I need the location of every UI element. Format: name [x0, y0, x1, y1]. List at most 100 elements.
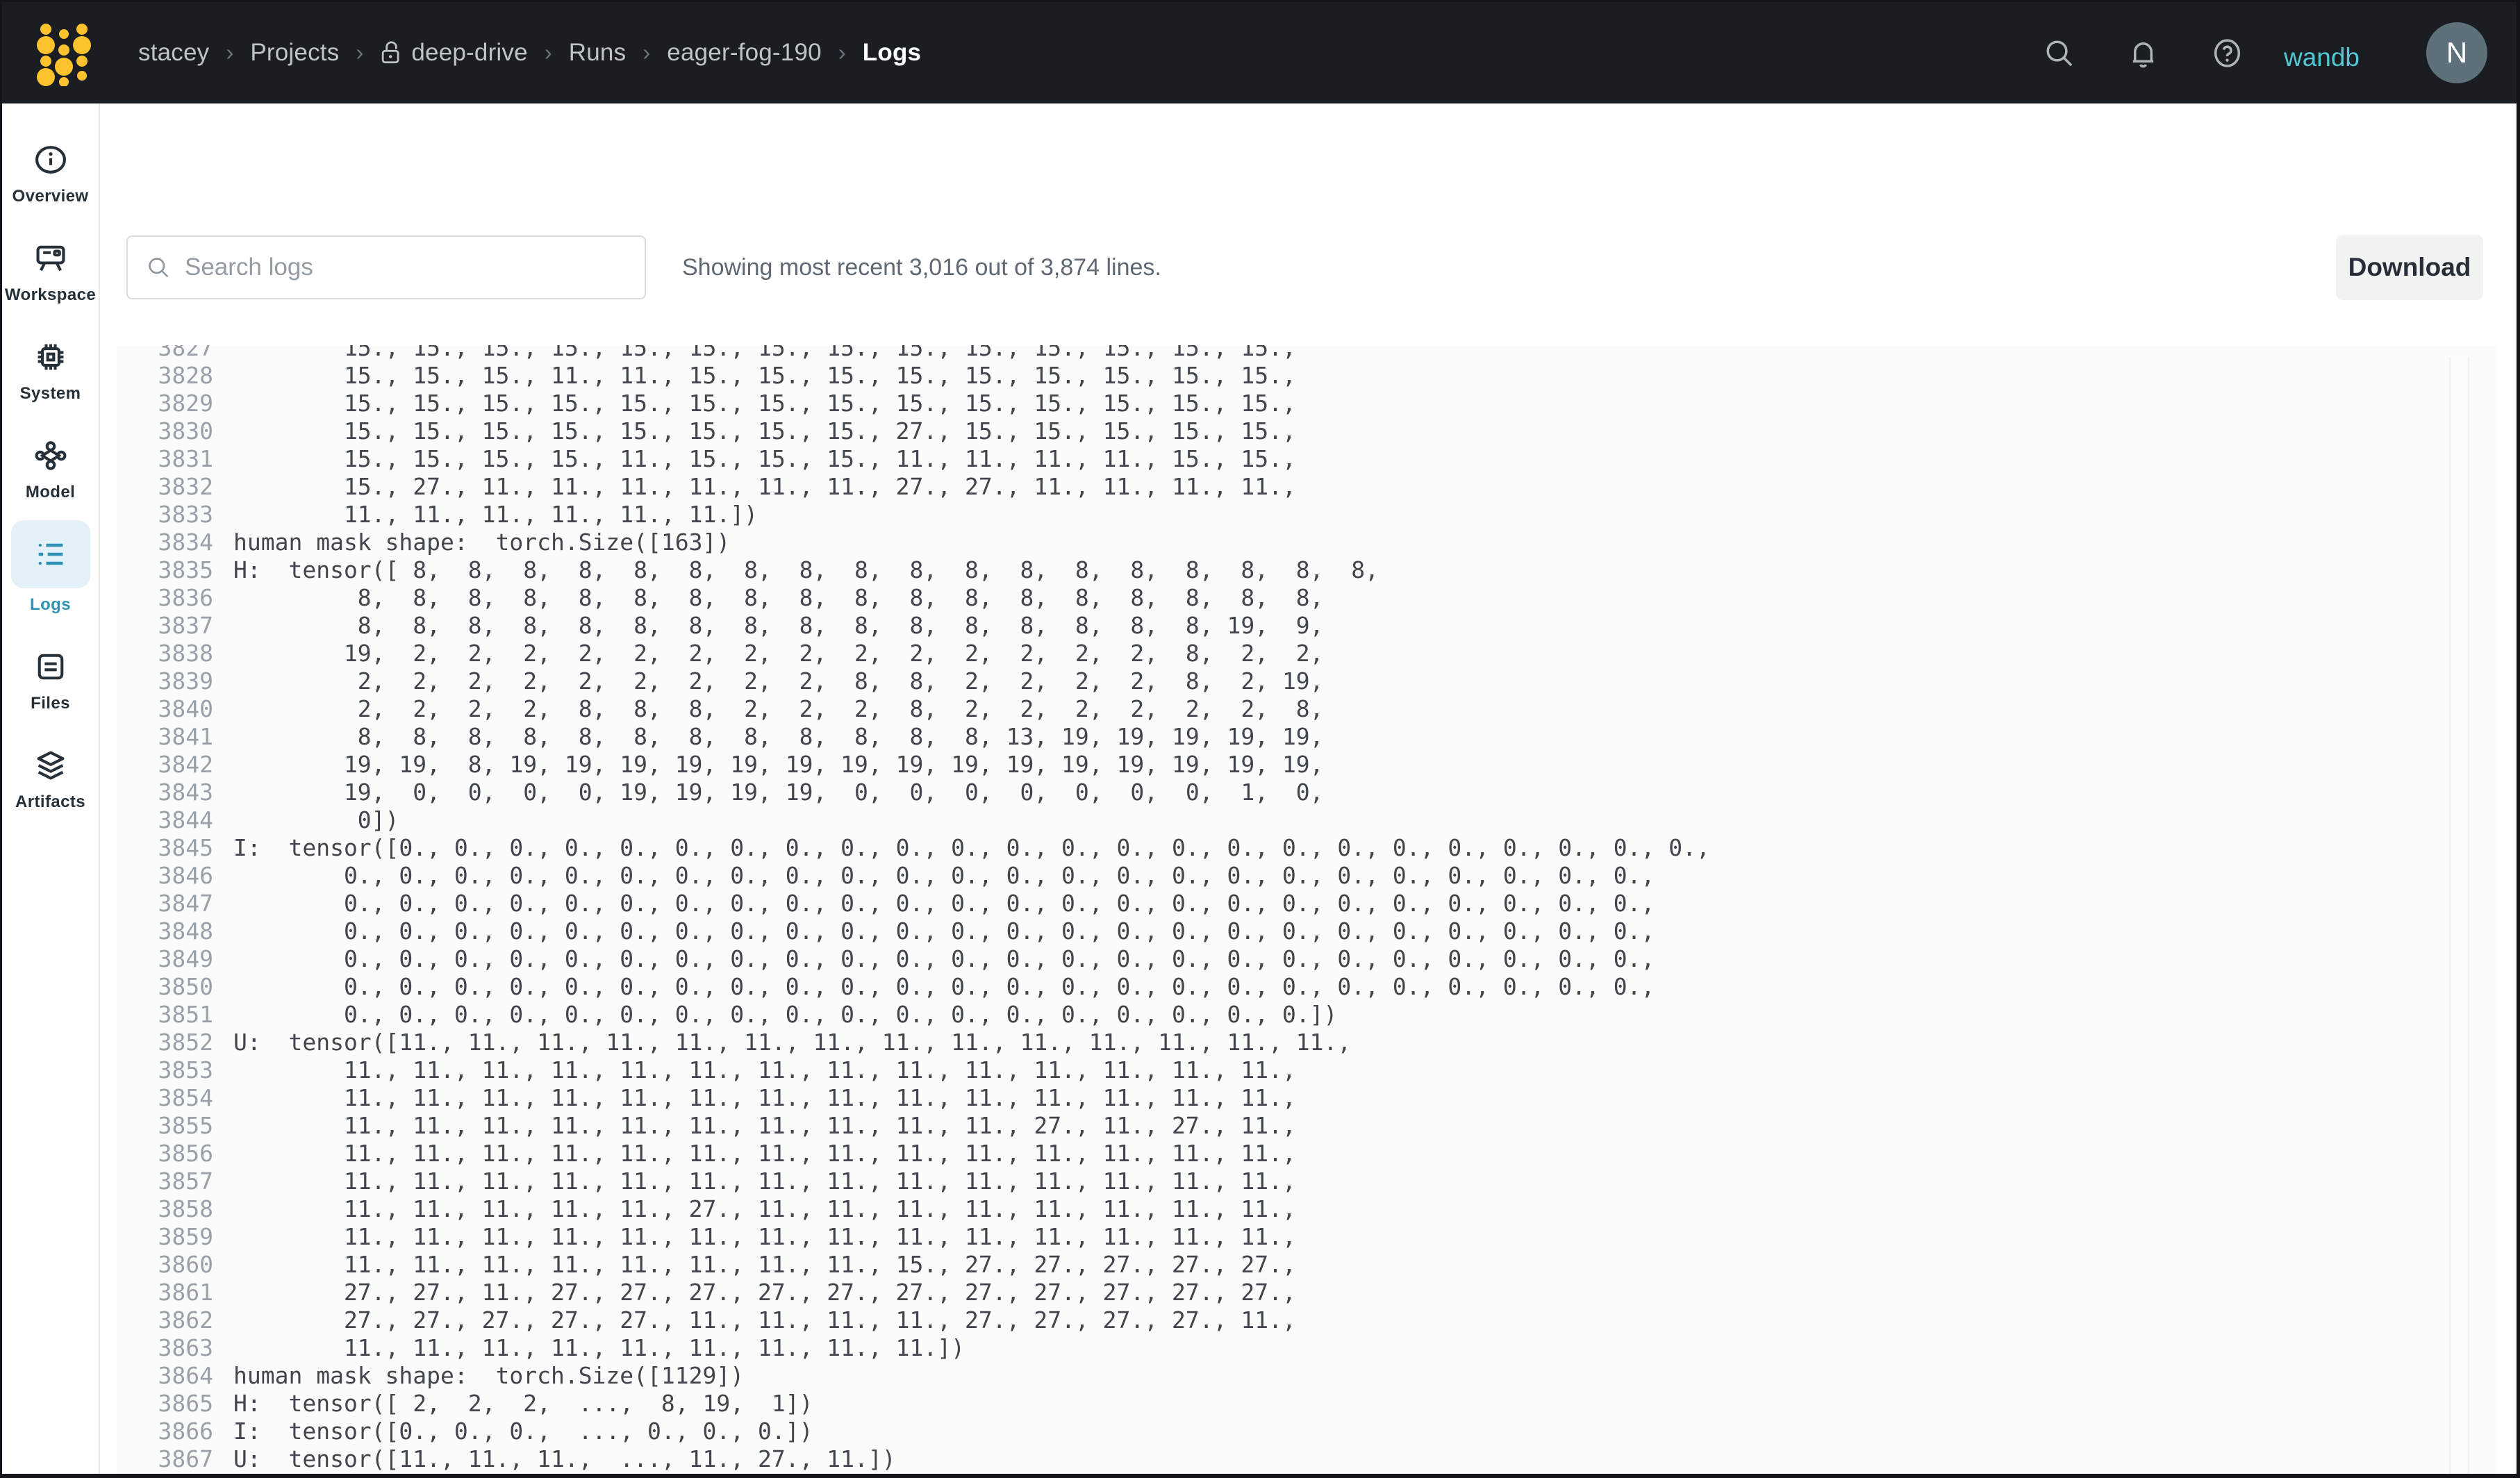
log-line: 3862 27., 27., 27., 27., 27., 11., 11., … — [117, 1306, 2496, 1334]
log-line-number: 3837 — [156, 612, 213, 640]
log-line-number: 3858 — [156, 1195, 213, 1223]
run-sidebar: Overview Workspace — [2, 103, 100, 1474]
log-line: 3864 human mask shape: torch.Size([1129]… — [117, 1362, 2496, 1390]
log-line-number: 3849 — [156, 945, 213, 973]
log-line-number: 3855 — [156, 1112, 213, 1140]
log-line: 3829 15., 15., 15., 15., 15., 15., 15., … — [117, 390, 2496, 417]
breadcrumb-run[interactable]: eager-fog-190 — [667, 39, 821, 67]
workspace-board-icon — [31, 238, 71, 279]
log-line-text: human mask shape: torch.Size([163]) — [233, 529, 730, 556]
search-icon[interactable] — [2043, 37, 2075, 69]
log-line: 3854 11., 11., 11., 11., 11., 11., 11., … — [117, 1084, 2496, 1112]
breadcrumb-project[interactable]: deep-drive — [380, 39, 527, 67]
info-icon — [31, 140, 71, 180]
log-line: 3827 15., 15., 15., 15., 15., 15., 15., … — [117, 345, 2496, 362]
search-logs-input[interactable] — [185, 237, 645, 298]
log-line-text: 0., 0., 0., 0., 0., 0., 0., 0., 0., 0., … — [233, 862, 1655, 890]
log-line: 3832 15., 27., 11., 11., 11., 11., 11., … — [117, 473, 2496, 501]
sidebar-item-files[interactable]: Files — [6, 647, 95, 713]
log-line: 3842 19, 19, 8, 19, 19, 19, 19, 19, 19, … — [117, 751, 2496, 779]
sidebar-item-workspace[interactable]: Workspace — [6, 238, 95, 305]
sidebar-item-artifacts[interactable]: Artifacts — [6, 745, 95, 812]
log-line: 3828 15., 15., 15., 11., 11., 15., 15., … — [117, 362, 2496, 390]
log-line: 3868 human mask shape: torch.Size([0]) — [117, 1473, 2496, 1474]
wandb-logo-icon[interactable] — [30, 19, 94, 86]
sidebar-item-system[interactable]: System — [6, 337, 95, 404]
log-line-text: 0]) — [233, 806, 399, 834]
log-line-text: 11., 11., 11., 11., 11., 11., 11., 11., … — [233, 1084, 1296, 1112]
log-line: 3849 0., 0., 0., 0., 0., 0., 0., 0., 0.,… — [117, 945, 2496, 973]
log-output-panel[interactable]: 3827 15., 15., 15., 15., 15., 15., 15., … — [117, 345, 2496, 1474]
log-line-text: 11., 11., 11., 11., 11., 11., 11., 11., … — [233, 1223, 1296, 1251]
log-line-number: 3847 — [156, 890, 213, 917]
log-line: 3858 11., 11., 11., 11., 11., 27., 11., … — [117, 1195, 2496, 1223]
log-line-text: 19, 2, 2, 2, 2, 2, 2, 2, 2, 2, 2, 2, 2, … — [233, 640, 1324, 667]
model-graph-icon — [31, 435, 71, 476]
help-icon[interactable] — [2211, 37, 2244, 69]
log-line: 3844 0]) — [117, 806, 2496, 834]
download-button[interactable]: Download — [2336, 235, 2483, 300]
log-line: 3851 0., 0., 0., 0., 0., 0., 0., 0., 0.,… — [117, 1001, 2496, 1029]
log-line-number: 3856 — [156, 1140, 213, 1168]
log-line-text: 8, 8, 8, 8, 8, 8, 8, 8, 8, 8, 8, 8, 8, 8… — [233, 584, 1324, 612]
log-line: 3840 2, 2, 2, 2, 8, 8, 8, 2, 2, 2, 8, 2,… — [117, 695, 2496, 723]
avatar[interactable]: N — [2426, 22, 2487, 83]
breadcrumb-projects[interactable]: Projects — [250, 39, 339, 67]
log-line-number: 3854 — [156, 1084, 213, 1112]
log-line-number: 3862 — [156, 1306, 213, 1334]
log-line: 3859 11., 11., 11., 11., 11., 11., 11., … — [117, 1223, 2496, 1251]
log-line: 3838 19, 2, 2, 2, 2, 2, 2, 2, 2, 2, 2, 2… — [117, 640, 2496, 667]
log-line-text: 2, 2, 2, 2, 8, 8, 8, 2, 2, 2, 8, 2, 2, 2… — [233, 695, 1324, 723]
log-line: 3853 11., 11., 11., 11., 11., 11., 11., … — [117, 1056, 2496, 1084]
log-line-text: 11., 11., 11., 11., 11., 11.]) — [233, 501, 758, 529]
list-icon — [31, 534, 71, 574]
log-line: 3839 2, 2, 2, 2, 2, 2, 2, 2, 2, 8, 8, 2,… — [117, 667, 2496, 695]
log-line: 3867 U: tensor([11., 11., 11., ..., 11.,… — [117, 1445, 2496, 1473]
log-line-text: 19, 0, 0, 0, 0, 19, 19, 19, 19, 0, 0, 0,… — [233, 779, 1324, 806]
log-line-text: 0., 0., 0., 0., 0., 0., 0., 0., 0., 0., … — [233, 973, 1655, 1001]
log-line-text: human mask shape: torch.Size([1129]) — [233, 1362, 744, 1390]
log-line-text: 11., 11., 11., 11., 11., 11., 11., 11., … — [233, 1168, 1296, 1195]
log-line-number: 3836 — [156, 584, 213, 612]
sidebar-item-logs[interactable]: Logs — [6, 534, 95, 615]
top-navbar: stacey › Projects › deep-drive › Runs › … — [2, 2, 2517, 103]
log-line-number: 3835 — [156, 556, 213, 584]
log-line-number: 3827 — [156, 345, 213, 362]
log-line-text: 11., 11., 11., 11., 11., 27., 11., 11., … — [233, 1195, 1296, 1223]
log-line-text: 15., 15., 15., 11., 11., 15., 15., 15., … — [233, 362, 1296, 390]
breadcrumb-runs[interactable]: Runs — [569, 39, 627, 67]
log-line-text: 15., 15., 15., 15., 15., 15., 15., 15., … — [233, 417, 1296, 445]
log-line-number: 3828 — [156, 362, 213, 390]
log-line-text: 0., 0., 0., 0., 0., 0., 0., 0., 0., 0., … — [233, 1001, 1337, 1029]
log-line-text: 11., 11., 11., 11., 11., 11., 11., 11., … — [233, 1334, 965, 1362]
log-line-number: 3831 — [156, 445, 213, 473]
log-line-number: 3839 — [156, 667, 213, 695]
log-line-text: 11., 11., 11., 11., 11., 11., 11., 11., … — [233, 1140, 1296, 1168]
breadcrumb-page-logs[interactable]: Logs — [863, 39, 921, 67]
log-line-text: 27., 27., 27., 27., 27., 11., 11., 11., … — [233, 1306, 1296, 1334]
cpu-chip-icon — [31, 337, 71, 377]
log-line: 3830 15., 15., 15., 15., 15., 15., 15., … — [117, 417, 2496, 445]
bell-icon[interactable] — [2127, 37, 2160, 69]
log-line-number: 3853 — [156, 1056, 213, 1084]
log-line-number: 3865 — [156, 1390, 213, 1418]
account-link[interactable]: wandb — [2284, 33, 2360, 72]
log-line: 3855 11., 11., 11., 11., 11., 11., 11., … — [117, 1112, 2496, 1140]
log-line-text: 11., 11., 11., 11., 11., 11., 11., 11., … — [233, 1056, 1296, 1084]
log-line-number: 3848 — [156, 917, 213, 945]
log-line-text: U: tensor([11., 11., 11., ..., 11., 27.,… — [233, 1445, 896, 1473]
sidebar-item-model[interactable]: Model — [6, 435, 95, 502]
log-line-text: I: tensor([0., 0., 0., 0., 0., 0., 0., 0… — [233, 834, 1710, 862]
log-line-text: 8, 8, 8, 8, 8, 8, 8, 8, 8, 8, 8, 8, 13, … — [233, 723, 1324, 751]
log-line-number: 3852 — [156, 1029, 213, 1056]
breadcrumb-user[interactable]: stacey — [138, 39, 209, 67]
log-line: 3831 15., 15., 15., 15., 11., 15., 15., … — [117, 445, 2496, 473]
log-scrollbar[interactable] — [2449, 357, 2469, 1474]
log-line-number: 3843 — [156, 779, 213, 806]
log-line-number: 3842 — [156, 751, 213, 779]
log-line-text: human mask shape: torch.Size([0]) — [233, 1473, 703, 1474]
log-line-number: 3860 — [156, 1251, 213, 1279]
log-line-number: 3844 — [156, 806, 213, 834]
breadcrumb-project-label: deep-drive — [411, 39, 527, 67]
sidebar-item-overview[interactable]: Overview — [6, 140, 95, 206]
